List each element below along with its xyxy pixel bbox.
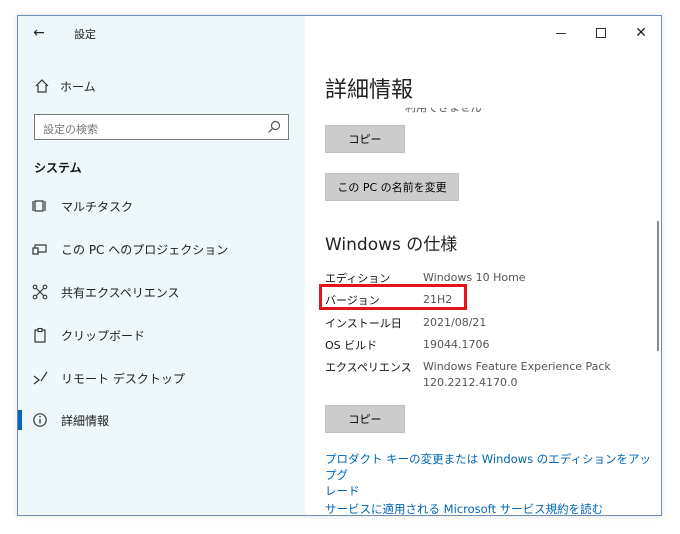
sidebar: ← 設定 ホーム 設定の検索 システム マルチタスク この PC へのプロジェク…: [18, 16, 305, 515]
product-key-link[interactable]: プロダクト キーの変更または Windows のエディションをアップグ レード: [325, 451, 661, 499]
spec-key: エクスペリエンス: [325, 361, 412, 374]
copy-button-specs[interactable]: コピー: [325, 405, 405, 433]
search-input[interactable]: 設定の検索: [34, 114, 289, 140]
spec-value: Windows 10 Home: [423, 271, 526, 284]
settings-window: ← 設定 ホーム 設定の検索 システム マルチタスク この PC へのプロジェク…: [17, 15, 662, 516]
sidebar-item-home[interactable]: ホーム: [34, 76, 96, 96]
sidebar-item-label: この PC へのプロジェクション: [61, 242, 229, 257]
spec-row-install-date: インストール日 2021/08/21: [325, 315, 645, 335]
close-icon: ✕: [635, 25, 647, 41]
sidebar-item-label: クリップボード: [61, 328, 146, 343]
close-button[interactable]: ✕: [621, 16, 661, 50]
back-arrow-icon[interactable]: ←: [28, 24, 50, 42]
sidebar-item-label: マルチタスク: [61, 199, 134, 214]
spec-row-os-build: OS ビルド 19044.1706: [325, 337, 645, 357]
search-placeholder: 設定の検索: [43, 123, 98, 136]
search-icon[interactable]: [266, 119, 282, 135]
copy-button-device[interactable]: コピー: [325, 125, 405, 153]
home-icon: [35, 79, 49, 93]
window-controls: ✕: [541, 16, 661, 50]
rename-pc-button[interactable]: この PC の名前を変更: [325, 173, 459, 201]
services-agreement-link[interactable]: サービスに適用される Microsoft サービス規約を読む: [325, 501, 603, 515]
app-title: 設定: [74, 28, 96, 41]
remote-desktop-icon: [33, 371, 48, 385]
spec-key: OS ビルド: [325, 339, 378, 352]
clipboard-icon: [34, 327, 46, 343]
spec-key: インストール日: [325, 317, 402, 330]
maximize-button[interactable]: [581, 16, 621, 50]
spec-section-title: Windows の仕様: [325, 235, 458, 255]
sidebar-item-label: 共有エクスペリエンス: [61, 285, 180, 300]
sidebar-item-remote-desktop[interactable]: リモート デスクトップ: [18, 364, 305, 392]
scrollbar[interactable]: [657, 221, 659, 351]
minimize-button[interactable]: [541, 16, 581, 50]
active-indicator: [18, 410, 22, 430]
info-icon: [33, 413, 47, 427]
minimize-icon: [556, 32, 566, 34]
sidebar-item-clipboard[interactable]: クリップボード: [18, 321, 305, 349]
sidebar-item-shared-experience[interactable]: 共有エクスペリエンス: [18, 278, 305, 306]
section-title-system: システム: [34, 161, 82, 175]
clipped-text: 利用できません: [405, 101, 482, 114]
titlebar-left: ← 設定: [18, 16, 305, 50]
version-highlight-box: [319, 284, 467, 310]
sidebar-item-label: リモート デスクトップ: [61, 371, 185, 386]
spec-row-experience: エクスペリエンス Windows Feature Experience Pack…: [325, 359, 645, 393]
projection-icon: [32, 244, 47, 255]
spec-value: 2021/08/21: [423, 316, 487, 329]
spec-value: Windows Feature Experience Pack: [423, 360, 611, 373]
spec-value: 19044.1706: [423, 338, 490, 351]
multitask-icon: [32, 200, 46, 212]
product-key-link-line1: プロダクト キーの変更または Windows のエディションをアップグ: [325, 452, 651, 482]
home-label: ホーム: [60, 79, 96, 94]
page-title: 詳細情報: [325, 78, 414, 103]
sidebar-item-about[interactable]: 詳細情報: [18, 406, 305, 434]
sidebar-item-label: 詳細情報: [61, 413, 110, 428]
main-content: ✕ 詳細情報 利用できません コピー この PC の名前を変更 Windows …: [305, 16, 661, 515]
spec-value-line2: 120.2212.4170.0: [423, 376, 518, 389]
maximize-icon: [596, 28, 606, 38]
product-key-link-line2: レード: [325, 484, 360, 498]
sidebar-item-projection[interactable]: この PC へのプロジェクション: [18, 235, 305, 263]
sidebar-item-multitask[interactable]: マルチタスク: [18, 192, 305, 220]
shared-experience-icon: [32, 284, 48, 300]
